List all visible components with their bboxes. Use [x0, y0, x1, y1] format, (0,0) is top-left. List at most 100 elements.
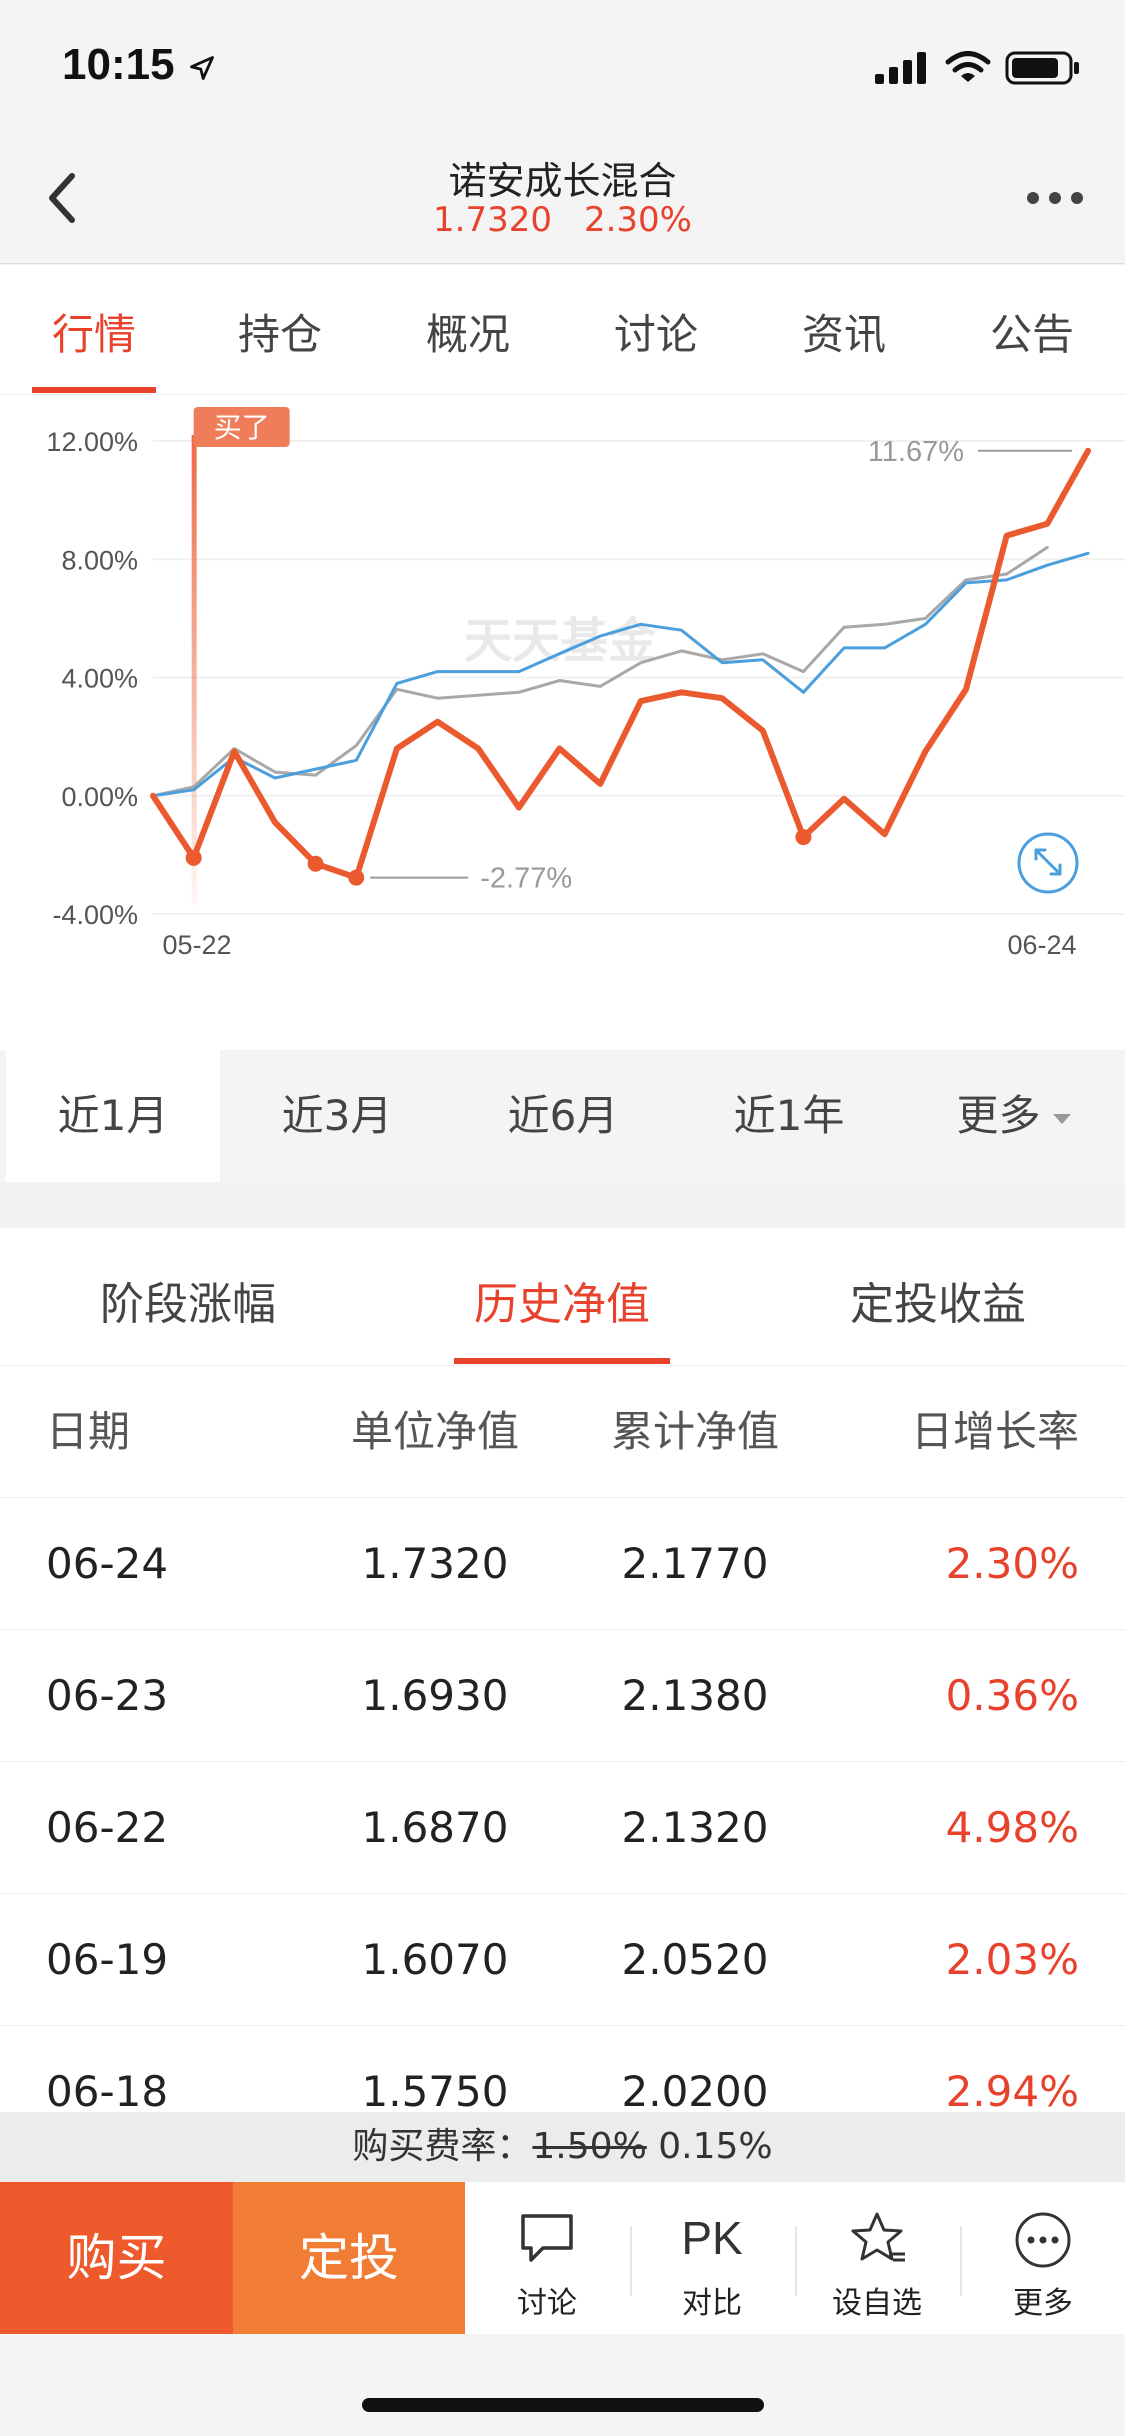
fund-title: 诺安成长混合	[448, 159, 677, 203]
row-cumulative-nav: 2.0200	[621, 2067, 769, 2112]
table-header: 日期 单位净值 累计净值 日增长率	[0, 1366, 1125, 1498]
tab-underline	[32, 387, 156, 393]
status-bar: 10:15	[0, 0, 1125, 132]
y-tick-label: -4.00%	[52, 900, 138, 930]
divider	[960, 2226, 962, 2296]
history-nav-table: 日期 单位净值 累计净值 日增长率 06-24 1.7320 2.1770 2.…	[0, 1366, 1125, 2112]
row-cumulative-nav: 2.1320	[621, 1803, 769, 1852]
row-daily-growth: 2.94%	[945, 2067, 1079, 2112]
table-row: 06-23 1.6930 2.1380 0.36%	[0, 1630, 1125, 1762]
location-arrow-icon	[190, 56, 214, 80]
highlight-point	[307, 855, 324, 872]
highlight-point	[348, 869, 365, 886]
pk-icon-text: PK	[681, 2212, 743, 2264]
tab-news[interactable]: 资讯	[774, 301, 914, 362]
tab-history-nav[interactable]: 历史净值	[412, 1268, 712, 1332]
period-1y[interactable]: 近1年	[676, 1050, 902, 1182]
signal-icon	[875, 52, 926, 84]
tab-overview[interactable]: 概况	[398, 301, 538, 362]
row-daily-growth: 0.36%	[945, 1671, 1079, 1720]
period-6m[interactable]: 近6月	[450, 1050, 676, 1182]
fee-label: 购买费率：	[352, 2126, 533, 2167]
buy-marker-text: 买了	[214, 411, 270, 444]
watchlist-label: 设自选	[832, 2286, 922, 2321]
y-tick-label: 12.00%	[46, 427, 138, 457]
caret-down-icon	[1052, 1113, 1071, 1124]
highlight-point	[185, 849, 202, 866]
row-daily-growth: 2.30%	[945, 1539, 1079, 1588]
fund-nav-value: 1.7320	[433, 200, 552, 240]
auto-invest-button[interactable]: 定投	[233, 2182, 465, 2334]
row-cumulative-nav: 2.1770	[621, 1539, 769, 1588]
discuss-label: 讨论	[517, 2286, 577, 2321]
pk-compare-icon: PK	[681, 2212, 743, 2264]
tab-announcements[interactable]: 公告	[962, 301, 1102, 362]
purchase-fee-bar: 购买费率：1.50% 0.15%	[0, 2112, 1125, 2182]
tab-holdings[interactable]: 持仓	[210, 301, 350, 362]
row-date: 06-23	[46, 1671, 169, 1720]
tab-sip-returns[interactable]: 定投收益	[788, 1268, 1088, 1332]
add-watchlist-button[interactable]: 设自选	[797, 2182, 957, 2334]
max-label: 11.67%	[868, 436, 964, 468]
top-tabs: 行情 持仓 概况 讨论 资讯 公告	[0, 265, 1125, 395]
header-daily-growth: 日增长率	[910, 1407, 1079, 1456]
buy-button[interactable]: 购买	[0, 2182, 233, 2334]
min-label: -2.77%	[480, 863, 572, 895]
fullscreen-expand-icon[interactable]	[1017, 832, 1079, 894]
home-indicator	[362, 2398, 764, 2412]
header-cumulative-nav: 累计净值	[610, 1407, 779, 1456]
row-unit-nav: 1.6070	[361, 1935, 509, 1984]
watermark: 天天基金	[464, 613, 657, 669]
table-row: 06-19 1.6070 2.0520 2.03%	[0, 1894, 1125, 2026]
nav-chart[interactable]: 12.00% 8.00% 4.00% 0.00% -4.00% 05-22 06-24 天天…	[0, 395, 1125, 1050]
period-3m[interactable]: 近3月	[224, 1050, 450, 1182]
period-more[interactable]: 更多	[902, 1050, 1125, 1182]
fund-quote: 1.7320 2.30%	[0, 200, 1125, 240]
fund-change-pct: 2.30%	[583, 200, 692, 240]
compare-label: 对比	[682, 2286, 742, 2321]
period-more-label: 更多	[956, 1091, 1041, 1140]
table-row: 06-22 1.6870 2.1320 4.98%	[0, 1762, 1125, 1894]
row-date: 06-19	[46, 1935, 169, 1984]
row-unit-nav: 1.6930	[361, 1671, 509, 1720]
table-row: 06-24 1.7320 2.1770 2.30%	[0, 1498, 1125, 1630]
x-start-label: 05-22	[162, 930, 231, 960]
series-line-2	[151, 545, 1049, 798]
more-button[interactable]: 更多	[963, 2182, 1123, 2334]
period-selector: 近1月 近3月 近6月 近1年 更多	[0, 1050, 1125, 1182]
fee-original: 1.50%	[532, 2126, 647, 2167]
more-circle-icon	[1015, 2212, 1071, 2268]
more-dots-icon[interactable]	[1025, 190, 1085, 206]
y-tick-label: 8.00%	[61, 545, 138, 575]
header-unit-nav: 单位净值	[350, 1407, 519, 1456]
row-date: 06-18	[46, 2067, 169, 2112]
performance-chart: 12.00% 8.00% 4.00% 0.00% -4.00% 05-22 06-24 天天…	[46, 407, 1125, 960]
x-end-label: 06-24	[1007, 930, 1076, 960]
status-time: 10:15	[62, 40, 175, 89]
battery-icon	[1005, 51, 1079, 85]
y-tick-label: 0.00%	[61, 782, 138, 812]
more-label: 更多	[1013, 2286, 1073, 2321]
row-cumulative-nav: 2.1380	[621, 1671, 769, 1720]
section-tabs: 阶段涨幅 历史净值 定投收益	[0, 1228, 1125, 1366]
tab-period-returns[interactable]: 阶段涨幅	[38, 1268, 338, 1332]
table-row: 06-18 1.5750 2.0200 2.94%	[0, 2026, 1125, 2112]
highlight-point	[795, 829, 812, 846]
compare-button[interactable]: PK 对比	[632, 2182, 792, 2334]
row-date: 06-24	[46, 1539, 169, 1588]
row-date: 06-22	[46, 1803, 169, 1852]
bottom-action-bar: 购买 定投 讨论 PK 对比 设自选 更多	[0, 2182, 1125, 2334]
wifi-icon	[945, 51, 991, 82]
tab-discussion[interactable]: 讨论	[586, 301, 726, 362]
y-tick-label: 4.00%	[61, 664, 138, 694]
star-list-icon	[851, 2212, 905, 2262]
row-unit-nav: 1.5750	[361, 2067, 509, 2112]
row-cumulative-nav: 2.0520	[621, 1935, 769, 1984]
discuss-button[interactable]: 讨论	[467, 2182, 627, 2334]
tab-market[interactable]: 行情	[24, 301, 164, 362]
chat-bubble-icon	[521, 2214, 573, 2262]
row-daily-growth: 4.98%	[945, 1803, 1079, 1852]
row-unit-nav: 1.6870	[361, 1803, 509, 1852]
header-date: 日期	[46, 1407, 131, 1456]
period-1m[interactable]: 近1月	[6, 1050, 220, 1182]
